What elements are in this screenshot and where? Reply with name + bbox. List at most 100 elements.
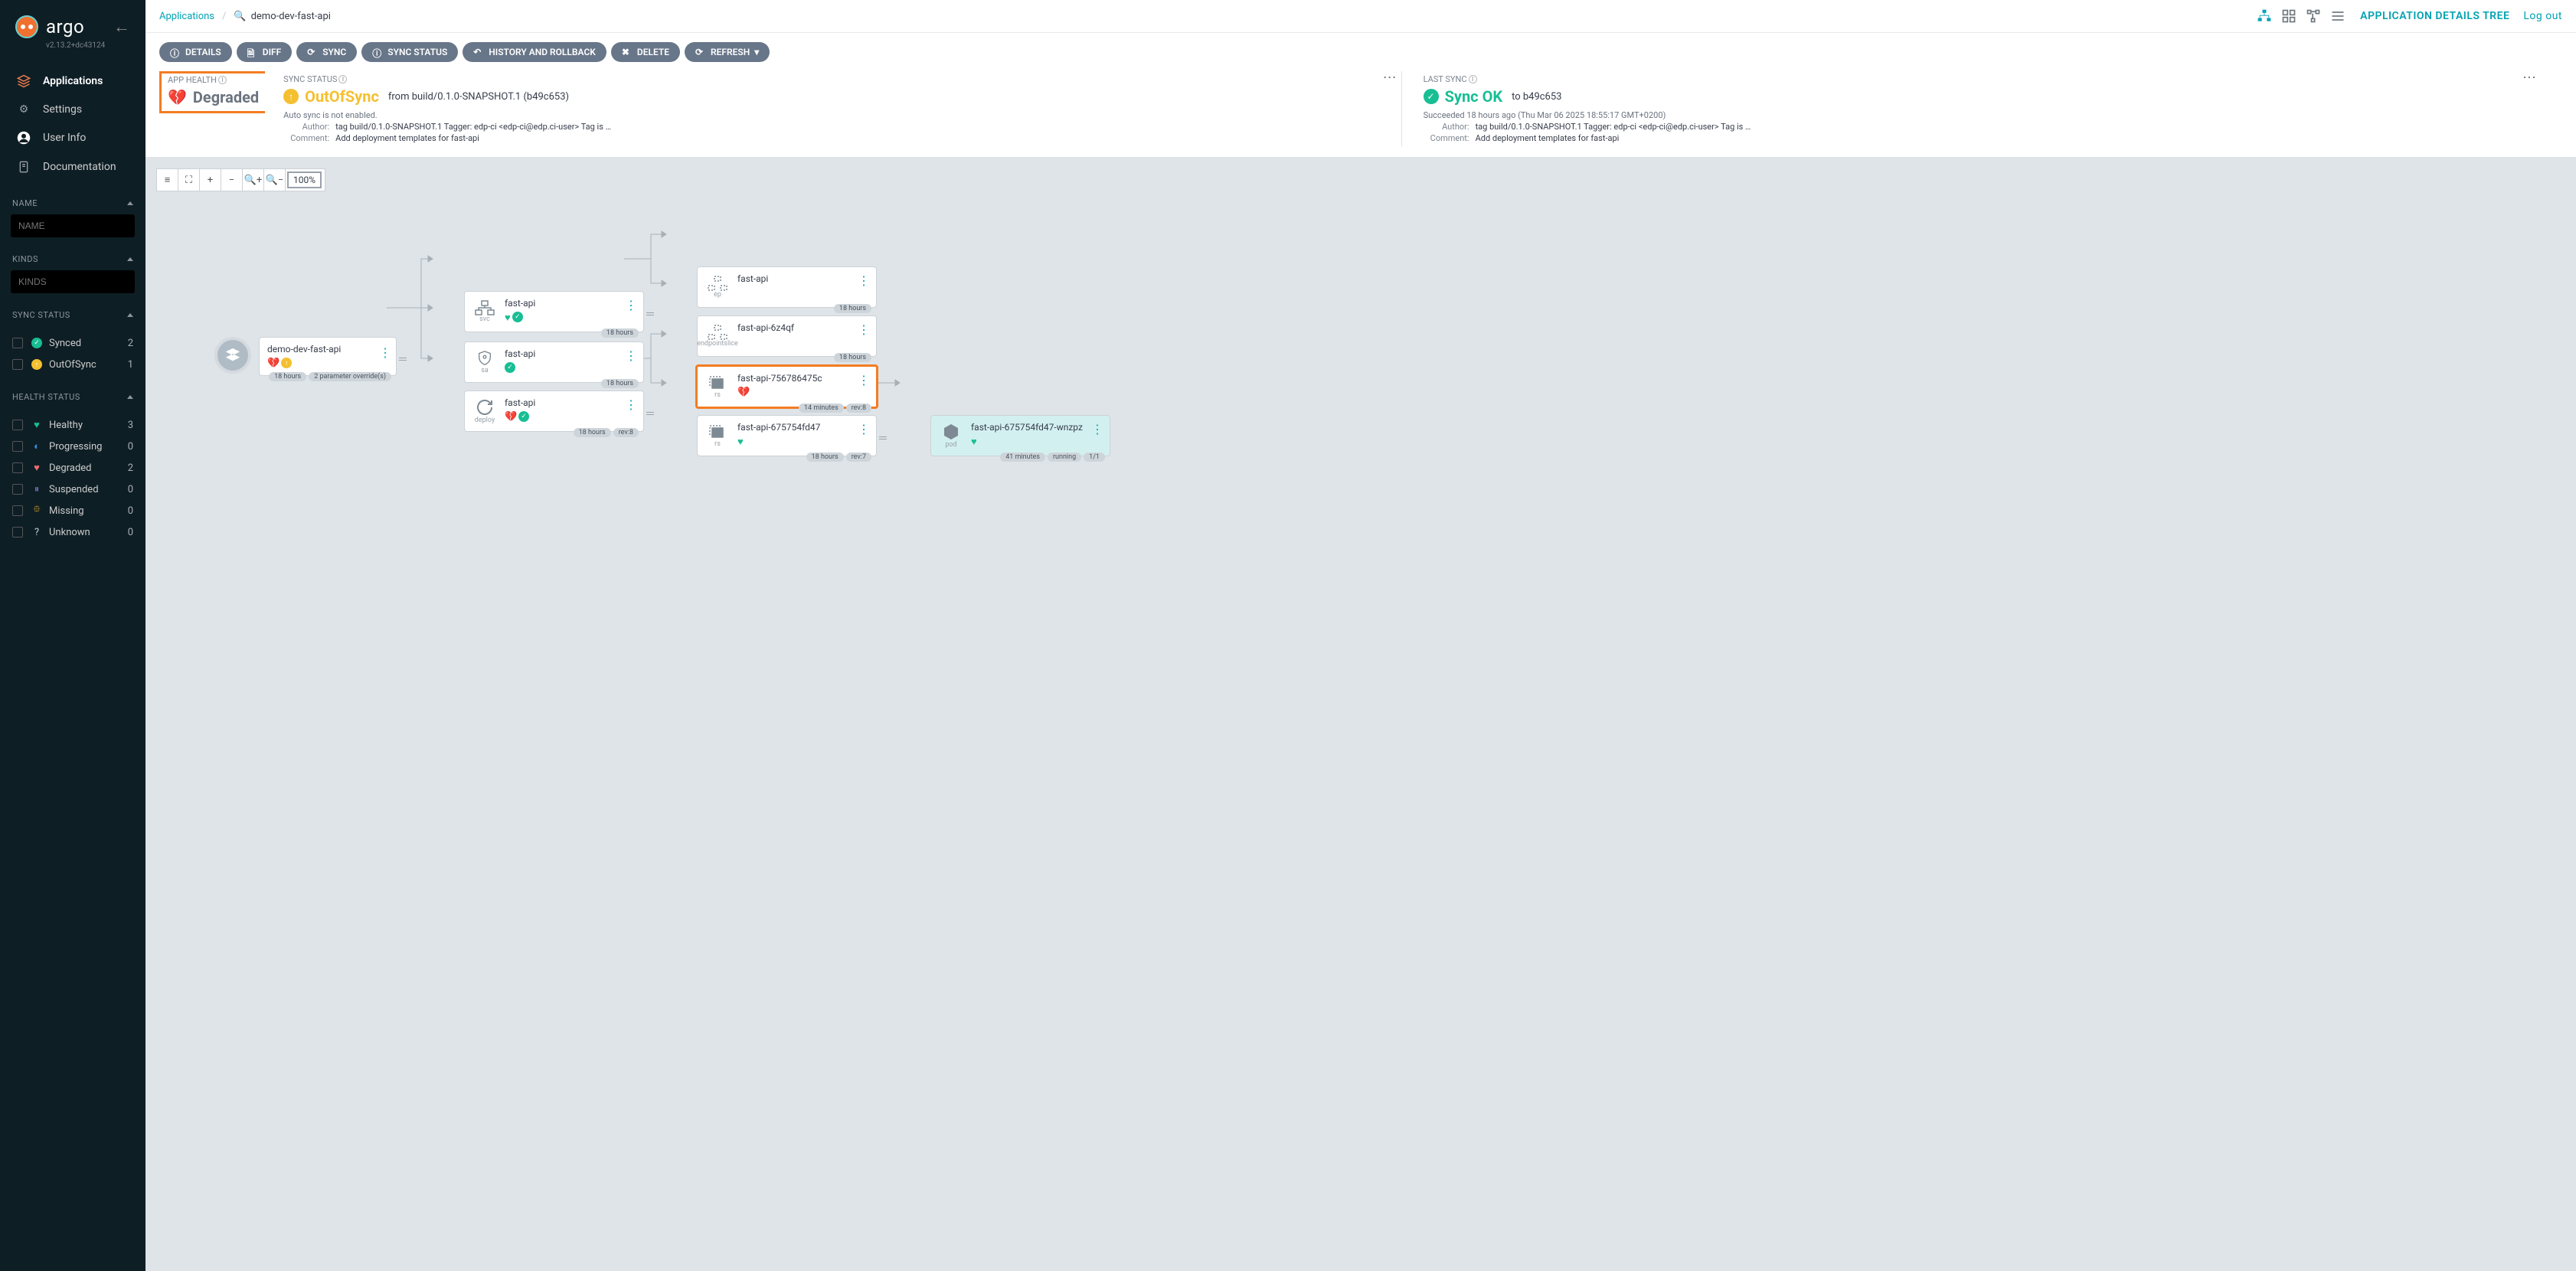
node-sa[interactable]: sa fast-api✓ ⋮ 18 hours <box>464 341 644 383</box>
node-svc[interactable]: svc fast-api♥✓ ⋮ 18 hours <box>464 291 644 332</box>
sidebar: argo ← v2.13.2+dc43124 Applications ⚙Set… <box>0 0 145 1271</box>
sync-status-label: SYNC STATUS <box>283 74 337 84</box>
heart-broken-icon: 💔 <box>505 411 517 423</box>
filter-unknown[interactable]: ?Unknown0 <box>11 521 135 543</box>
heart-broken-icon: 💔 <box>168 88 187 106</box>
vdots-icon[interactable]: ⋮ <box>858 273 870 301</box>
sync-status-button[interactable]: ⓘSYNC STATUS <box>361 42 458 62</box>
last-sync-label: LAST SYNC <box>1424 74 1467 84</box>
filter-name-label: NAME <box>12 198 38 208</box>
action-toolbar: ⓘDETAILS 🗎DIFF ⟳SYNC ⓘSYNC STATUS ↶HISTO… <box>145 33 2576 71</box>
file-icon: 🗎 <box>247 47 258 57</box>
nav-settings[interactable]: ⚙Settings <box>0 96 145 123</box>
node-rs-2[interactable]: rs fast-api-675754fd47♥ ⋮ 18 hoursrev:7 <box>697 415 877 456</box>
chevron-up-icon[interactable] <box>127 201 133 205</box>
filter-healthy[interactable]: ♥Healthy3 <box>11 414 135 436</box>
refresh-icon: ⟳ <box>695 47 706 57</box>
filter-outofsync[interactable]: ↑OutOfSync1 <box>11 354 135 375</box>
stack-icon <box>214 337 251 374</box>
menu-icon[interactable]: ⋯ <box>1383 70 1397 86</box>
filter-kinds-label: KINDS <box>12 254 38 264</box>
node-endpointslice[interactable]: endpointslice fast-api-6z4qf ⋮ 18 hours <box>697 315 877 357</box>
vdots-icon[interactable]: ⋮ <box>858 422 870 449</box>
info-icon[interactable]: i <box>338 75 347 83</box>
expand-icon[interactable] <box>399 357 408 361</box>
expand-icon[interactable] <box>646 411 655 416</box>
expand-icon[interactable] <box>879 436 888 440</box>
sync-icon: ⟳ <box>307 47 318 57</box>
sync-button[interactable]: ⟳SYNC <box>296 42 357 62</box>
history-button[interactable]: ↶HISTORY AND ROLLBACK <box>463 42 606 62</box>
fit-icon[interactable]: ⛶ <box>178 169 200 191</box>
version-text: v2.13.2+dc43124 <box>0 41 145 50</box>
vdots-icon[interactable]: ⋮ <box>625 397 637 425</box>
filter-progressing[interactable]: ◐Progressing0 <box>11 436 135 457</box>
nav-documentation[interactable]: Documentation <box>0 152 145 181</box>
gear-icon: ⚙ <box>15 103 32 116</box>
filter-suspended[interactable]: ⏸Suspended0 <box>11 479 135 500</box>
nav-applications[interactable]: Applications <box>0 67 145 96</box>
app-health-label: APP HEALTH <box>168 75 217 85</box>
nav-user-info[interactable]: User Info <box>0 123 145 152</box>
logo-text: argo <box>46 16 84 38</box>
chevron-down-icon: ▾ <box>754 47 759 57</box>
tree-canvas[interactable]: ≡ ⛶ + − 🔍+ 🔍− 100% de <box>145 158 2576 1271</box>
vdots-icon[interactable]: ⋮ <box>625 348 637 376</box>
app-health-value: Degraded <box>193 88 259 106</box>
filter-missing[interactable]: ⯐Missing0 <box>11 500 135 521</box>
delete-icon: ✖ <box>622 47 633 57</box>
zoom-in-icon[interactable]: 🔍+ <box>243 169 264 191</box>
vdots-icon[interactable]: ⋮ <box>625 298 637 325</box>
out-of-sync-icon: ↑ <box>281 358 292 368</box>
filter-degraded[interactable]: ♥Degraded2 <box>11 457 135 479</box>
chevron-up-icon[interactable] <box>127 313 133 317</box>
heart-icon: ♥ <box>971 436 977 448</box>
last-sync-value: Sync OK <box>1445 87 1503 106</box>
menu-icon[interactable]: ⋯ <box>2522 70 2536 86</box>
node-pod[interactable]: pod fast-api-675754fd47-wnzpz♥ ⋮ 41 minu… <box>930 415 1110 456</box>
filter-synced[interactable]: ✓Synced2 <box>11 332 135 354</box>
breadcrumb-app[interactable]: demo-dev-fast-api <box>251 11 331 22</box>
topbar: Applications / 🔍 demo-dev-fast-api APPLI… <box>145 0 2576 33</box>
out-of-sync-icon: ↑ <box>283 89 299 104</box>
logout-link[interactable]: Log out <box>2523 10 2562 22</box>
view-tree-icon[interactable] <box>2256 8 2273 25</box>
plus-icon[interactable]: + <box>200 169 221 191</box>
vdots-icon[interactable]: ⋮ <box>858 322 870 350</box>
info-icon[interactable]: i <box>218 76 227 84</box>
refresh-button[interactable]: ⟳REFRESH▾ <box>685 42 770 62</box>
align-left-icon[interactable]: ≡ <box>157 169 178 191</box>
view-network-icon[interactable] <box>2305 8 2322 25</box>
node-ep[interactable]: ep fast-api ⋮ 18 hours <box>697 266 877 308</box>
vdots-icon[interactable]: ⋮ <box>1091 422 1103 449</box>
breadcrumb-root[interactable]: Applications <box>159 11 214 22</box>
details-button[interactable]: ⓘDETAILS <box>159 42 232 62</box>
heart-icon: ♥ <box>505 312 511 324</box>
delete-button[interactable]: ✖DELETE <box>611 42 680 62</box>
chevron-up-icon[interactable] <box>127 395 133 399</box>
filter-kinds-input[interactable] <box>11 270 135 293</box>
node-rs-1[interactable]: rs fast-api-756786475c💔 ⋮ 14 minutesrev:… <box>695 364 878 409</box>
vdots-icon[interactable]: ⋮ <box>379 345 391 360</box>
filter-name-input[interactable] <box>11 214 135 237</box>
view-list-icon[interactable] <box>2329 8 2346 25</box>
info-icon[interactable]: i <box>1469 75 1477 83</box>
view-pods-icon[interactable] <box>2280 8 2297 25</box>
check-icon: ✓ <box>512 312 523 322</box>
heart-broken-icon: 💔 <box>737 387 750 398</box>
diff-button[interactable]: 🗎DIFF <box>237 42 292 62</box>
zoom-out-icon[interactable]: 🔍− <box>264 169 286 191</box>
node-deploy[interactable]: deploy fast-api💔✓ ⋮ 18 hoursrev:8 <box>464 390 644 432</box>
node-app-root[interactable]: demo-dev-fast-api 💔↑ ⋮ 18 hours2 paramet… <box>214 337 397 376</box>
check-icon: ✓ <box>518 411 529 422</box>
search-icon: 🔍 <box>234 11 246 22</box>
canvas-toolbar: ≡ ⛶ + − 🔍+ 🔍− 100% <box>156 168 325 191</box>
sidebar-collapse-icon[interactable]: ← <box>113 17 133 37</box>
filter-sync-label: SYNC STATUS <box>12 310 70 320</box>
user-icon <box>15 131 32 145</box>
check-icon: ✓ <box>1424 89 1439 104</box>
minus-icon[interactable]: − <box>221 169 243 191</box>
vdots-icon[interactable]: ⋮ <box>858 373 870 400</box>
expand-icon[interactable] <box>646 312 655 316</box>
chevron-up-icon[interactable] <box>127 257 133 261</box>
